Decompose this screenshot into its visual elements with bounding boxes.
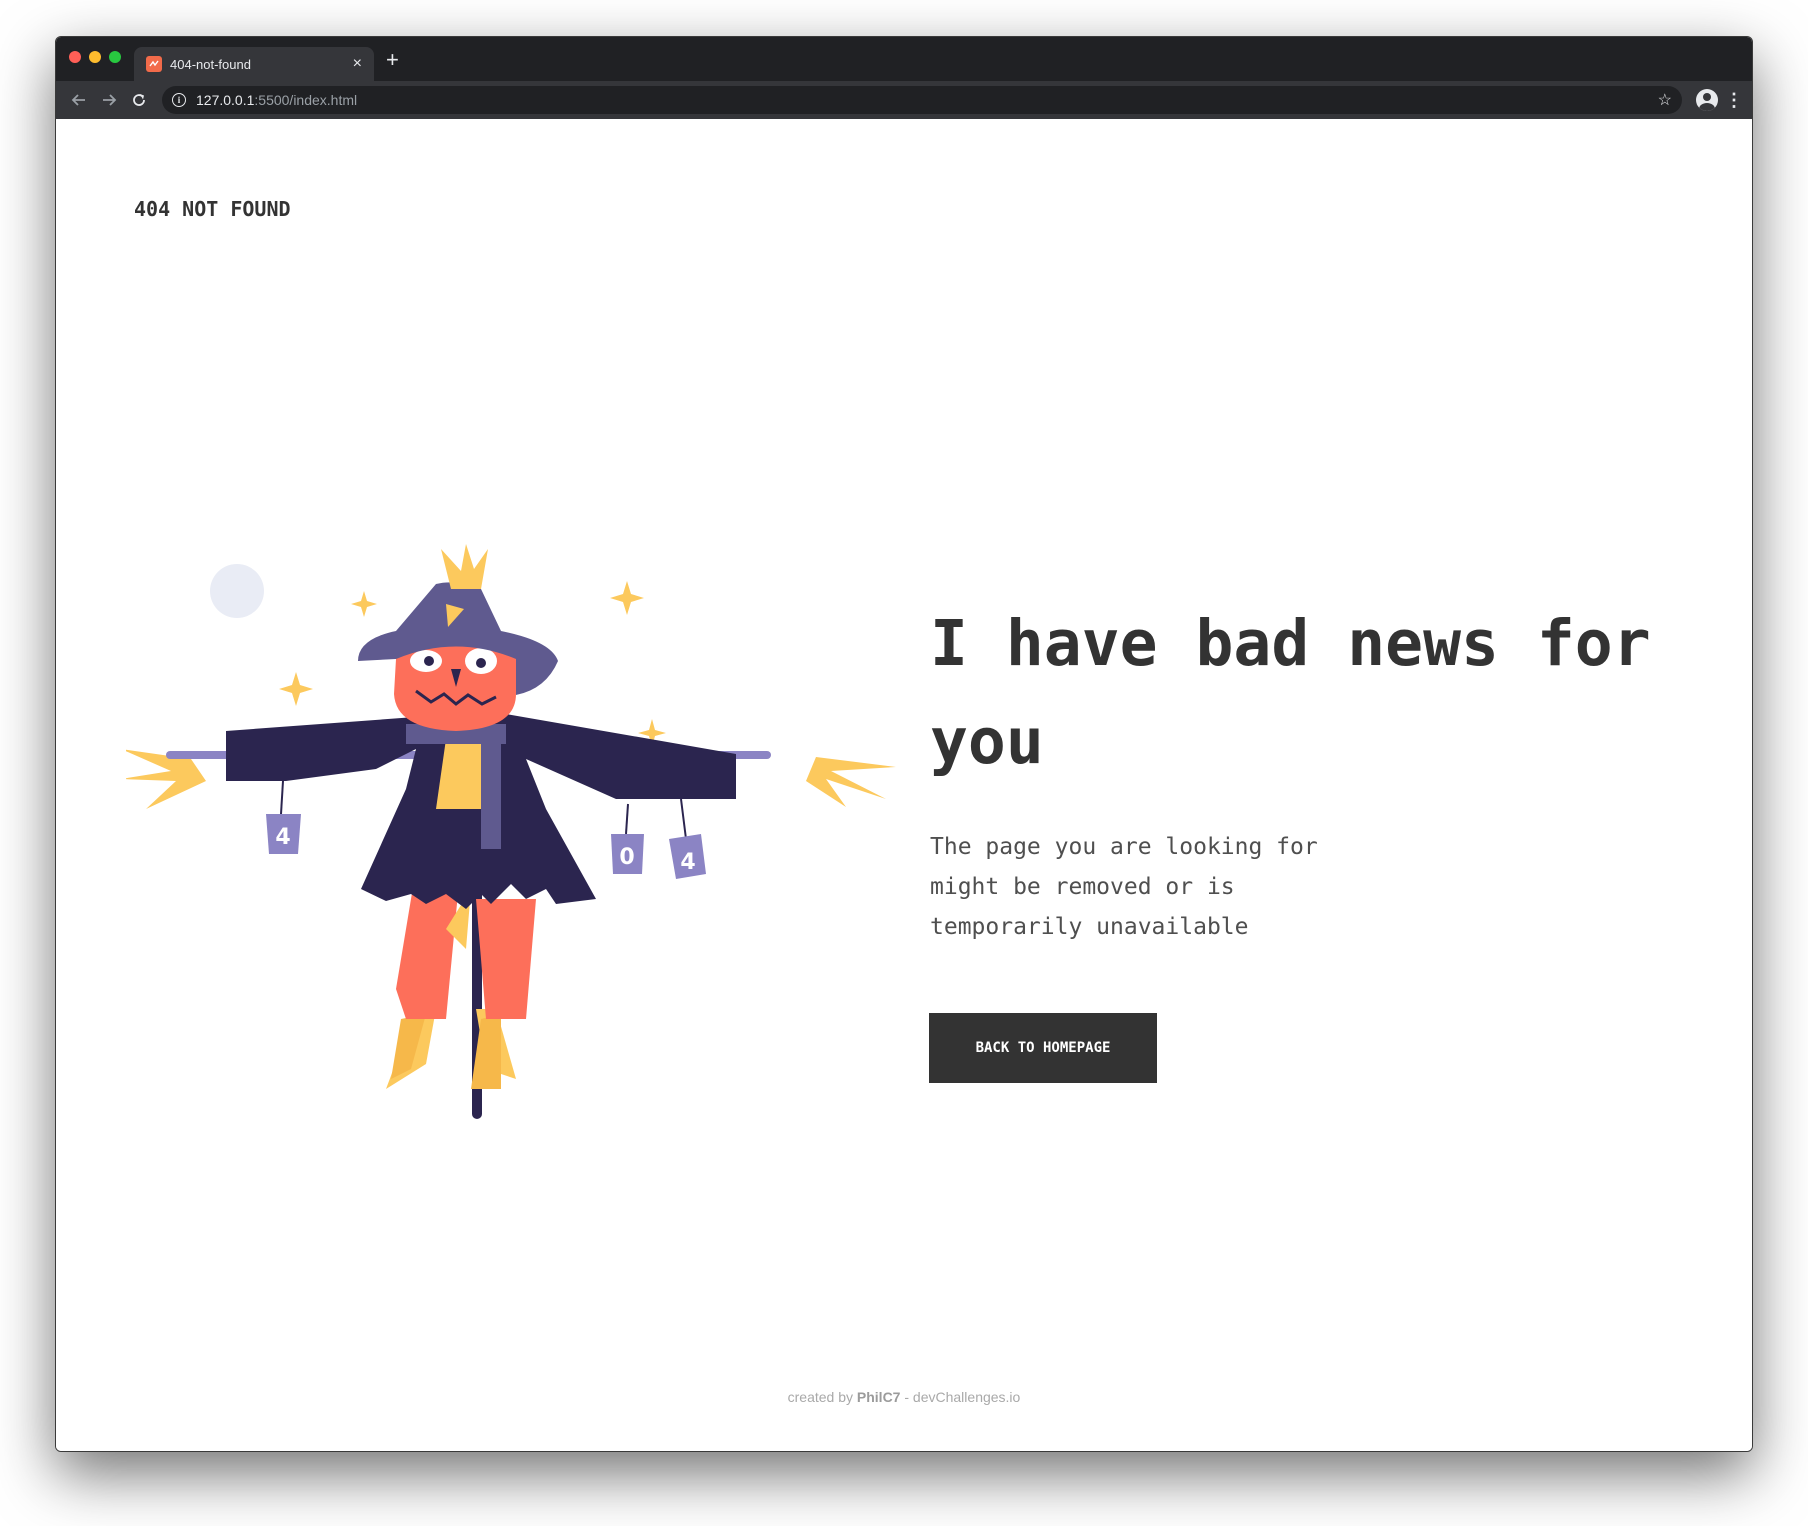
browser-menu-icon[interactable]: ⋮ [1724, 90, 1744, 111]
footer-suffix: - devChallenges.io [904, 1389, 1021, 1405]
svg-text:4: 4 [680, 850, 695, 875]
footer-prefix: created by [787, 1389, 854, 1405]
back-arrow-icon[interactable] [64, 85, 94, 115]
page-content: 404 NOT FOUND 4 0 4 I have bad news for … [56, 119, 1752, 1451]
tab-close-icon[interactable]: × [353, 56, 362, 72]
tab-title: 404-not-found [170, 56, 251, 72]
forward-arrow-icon[interactable] [94, 85, 124, 115]
page-description: The page you are looking for might be re… [930, 834, 1318, 940]
minimize-window-button[interactable] [89, 51, 101, 63]
footer-author-link[interactable]: PhilC7 [857, 1389, 901, 1405]
favicon-icon [146, 56, 162, 72]
svg-text:4: 4 [275, 825, 290, 850]
tab-strip: 404-not-found × + [56, 37, 1752, 81]
page-headline: I have bad news for you [930, 607, 1651, 778]
address-bar[interactable]: i 127.0.0.1:5500/index.html ☆ [162, 86, 1682, 114]
back-to-homepage-button[interactable]: BACK TO HOMEPAGE [929, 1013, 1157, 1083]
url-path: :5500/index.html [254, 92, 358, 108]
footer-credit: created by PhilC7 - devChallenges.io [56, 1389, 1752, 1405]
moon-icon [210, 564, 264, 618]
window-controls [69, 51, 121, 63]
right-straw [806, 757, 896, 807]
brand-logo-text: 404 NOT FOUND [134, 197, 291, 221]
browser-window: 404-not-found × + i 127.0.0.1:5500/index… [55, 36, 1753, 1452]
tab-404-not-found[interactable]: 404-not-found × [134, 47, 374, 81]
profile-avatar-icon[interactable] [1696, 89, 1718, 111]
scarecrow-illustration: 4 0 4 [126, 544, 896, 1119]
bookmark-star-icon[interactable]: ☆ [1658, 90, 1672, 110]
reload-icon[interactable] [124, 85, 154, 115]
close-window-button[interactable] [69, 51, 81, 63]
site-info-icon[interactable]: i [172, 93, 186, 107]
url-host: 127.0.0.1 [196, 92, 255, 108]
new-tab-button[interactable]: + [386, 49, 399, 71]
browser-toolbar: i 127.0.0.1:5500/index.html ☆ ⋮ [56, 81, 1752, 119]
maximize-window-button[interactable] [109, 51, 121, 63]
svg-text:0: 0 [619, 845, 634, 870]
